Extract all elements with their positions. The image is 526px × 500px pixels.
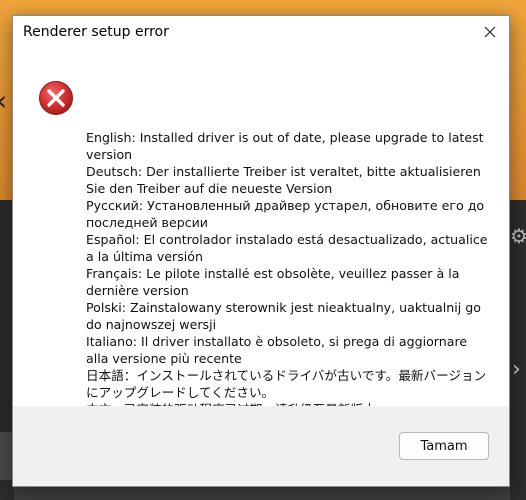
message-line-japanese: 日本語：インストールされているドライバが古いです。最新バージョンにアップグレード… xyxy=(86,368,487,400)
message-line-italian: Italiano: Il driver installato è obsolet… xyxy=(86,334,468,366)
dialog-footer: Tamam xyxy=(13,406,509,486)
message-line-german: Deutsch: Der installierte Treiber ist ve… xyxy=(86,164,481,196)
message-line-polish: Polski: Zainstalowany sterownik jest nie… xyxy=(86,300,481,332)
close-button[interactable] xyxy=(471,16,509,48)
message-line-french: Français: Le pilote installé est obsolèt… xyxy=(86,266,460,298)
dialog-title: Renderer setup error xyxy=(23,24,169,40)
message-line-english: English: Installed driver is out of date… xyxy=(86,130,484,162)
chevron-right-icon: › xyxy=(512,357,521,382)
ok-button[interactable]: Tamam xyxy=(399,432,489,460)
error-x-icon xyxy=(39,81,73,115)
close-icon xyxy=(484,26,496,38)
gear-icon: ⚙ xyxy=(510,224,526,248)
message-line-russian: Русский: Установленный драйвер устарел, … xyxy=(86,198,485,230)
error-message: English: Installed driver is out of date… xyxy=(86,129,491,418)
message-line-spanish: Español: El controlador instalado está d… xyxy=(86,232,488,264)
chevron-left-icon: ‹ xyxy=(0,84,7,117)
error-dialog: Renderer setup error English: Installed … xyxy=(12,15,510,487)
dialog-content: English: Installed driver is out of date… xyxy=(13,48,509,417)
dialog-titlebar: Renderer setup error xyxy=(13,16,509,48)
